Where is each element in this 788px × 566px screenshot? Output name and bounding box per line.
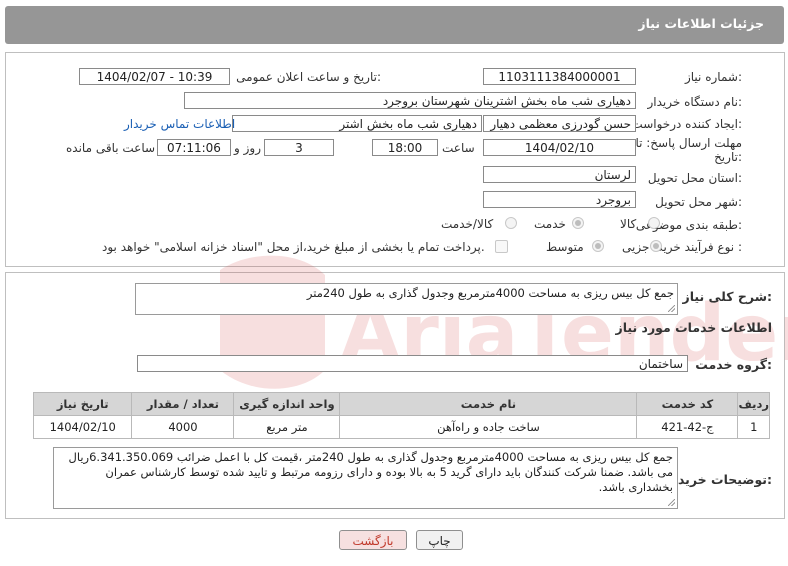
- creator-org-field: دهیاری شب ماه بخش اشتر: [232, 115, 482, 132]
- services-section-title: اطلاعات خدمات مورد نیاز: [615, 320, 773, 335]
- buyer-notes-label: توضیحات خریدار:: [666, 472, 772, 487]
- buyer-org-field: دهیاری شب ماه بخش اشترینان شهرستان بروجر…: [184, 92, 636, 109]
- city-field: بروجرد: [483, 191, 636, 208]
- treasury-payment-note: پرداخت تمام یا بخشی از مبلغ خرید،از محل …: [102, 240, 485, 254]
- cell-quantity: 4000: [131, 415, 235, 439]
- category-option-goods-service: کالا/خدمت: [441, 217, 494, 231]
- service-group-label: گروه خدمت:: [695, 357, 772, 372]
- col-quantity: تعداد / مقدار: [131, 392, 235, 416]
- need-number-label: شماره نیاز:: [684, 70, 742, 84]
- cell-service-name: ساخت جاده و راه‌آهن: [339, 415, 638, 439]
- col-unit: واحد اندازه گیری: [233, 392, 341, 416]
- cell-unit: متر مربع: [233, 415, 341, 439]
- process-radio-minor[interactable]: [650, 240, 662, 252]
- category-option-service: خدمت: [534, 217, 566, 231]
- page-title: جزئیات اطلاعات نیاز: [638, 16, 764, 31]
- back-button[interactable]: بازگشت: [339, 530, 407, 550]
- city-label: شهر محل تحویل:: [655, 195, 742, 209]
- deadline-date-label: تاریخ:: [714, 150, 742, 164]
- cell-row: 1: [737, 415, 770, 439]
- remaining-time-field: 07:11:06: [157, 139, 231, 156]
- remaining-days-field: 3: [264, 139, 334, 156]
- province-field: لرستان: [483, 166, 636, 183]
- summary-text: جمع کل بیس ریزی به مساحت 4000مترمربع وجد…: [306, 286, 674, 300]
- creator-label: ایجاد کننده درخواست:: [631, 117, 742, 131]
- need-number-field: 1103111384000001: [483, 68, 636, 85]
- creator-field: حسن گودرزی معظمی دهیار: [483, 115, 636, 132]
- buyer-notes-text: جمع کل بیس ریزی به مساحت 4000مترمربع وجد…: [68, 450, 673, 494]
- cell-service-code: ج-42-421: [636, 415, 739, 439]
- summary-label: شرح کلی نیاز:: [682, 289, 773, 304]
- services-table: ردیف کد خدمت نام خدمت واحد اندازه گیری ت…: [32, 392, 770, 439]
- page-header: جزئیات اطلاعات نیاز: [5, 6, 784, 44]
- resize-grip-icon[interactable]: [668, 499, 675, 506]
- announce-datetime-field: 1404/02/07 - 10:39: [79, 68, 230, 85]
- process-radio-medium[interactable]: [592, 240, 604, 252]
- category-radio-goods[interactable]: [648, 217, 660, 229]
- print-button[interactable]: چاپ: [416, 530, 463, 550]
- category-radio-goods-service[interactable]: [505, 217, 517, 229]
- col-need-date: تاریخ نیاز: [32, 392, 133, 416]
- table-row: 1 ج-42-421 ساخت جاده و راه‌آهن متر مربع …: [32, 415, 770, 439]
- summary-textarea[interactable]: جمع کل بیس ریزی به مساحت 4000مترمربع وجد…: [135, 283, 678, 315]
- buyer-org-label: نام دستگاه خریدار:: [647, 95, 743, 109]
- service-group-field: ساختمان: [137, 355, 688, 372]
- col-service-name: نام خدمت: [339, 392, 638, 416]
- col-row: ردیف: [737, 392, 770, 416]
- deadline-date-field: 1404/02/10: [483, 139, 636, 156]
- announce-label: تاریخ و ساعت اعلان عمومی:: [236, 70, 381, 84]
- cell-need-date: 1404/02/10: [32, 415, 133, 439]
- resize-grip-icon[interactable]: [668, 305, 675, 312]
- treasury-payment-checkbox[interactable]: [495, 240, 508, 253]
- process-option-minor: جزیی: [622, 240, 650, 254]
- col-service-code: کد خدمت: [636, 392, 739, 416]
- deadline-time-field: 18:00: [372, 139, 438, 156]
- process-option-medium: متوسط: [546, 240, 584, 254]
- category-radio-service[interactable]: [572, 217, 584, 229]
- buyer-notes-textarea[interactable]: جمع کل بیس ریزی به مساحت 4000مترمربع وجد…: [53, 447, 678, 509]
- days-label: روز و: [234, 141, 261, 155]
- buyer-contact-link[interactable]: اطلاعات تماس خریدار: [124, 117, 235, 131]
- deadline-time-label: ساعت: [442, 141, 475, 155]
- deadline-label: مهلت ارسال پاسخ: تا: [635, 136, 742, 150]
- services-table-header: ردیف کد خدمت نام خدمت واحد اندازه گیری ت…: [32, 392, 770, 416]
- remaining-label: ساعت باقی مانده: [66, 141, 156, 155]
- category-option-goods: کالا: [620, 217, 637, 231]
- process-label: نوع فرآیند خرید :: [657, 240, 742, 254]
- province-label: استان محل تحویل:: [647, 171, 742, 185]
